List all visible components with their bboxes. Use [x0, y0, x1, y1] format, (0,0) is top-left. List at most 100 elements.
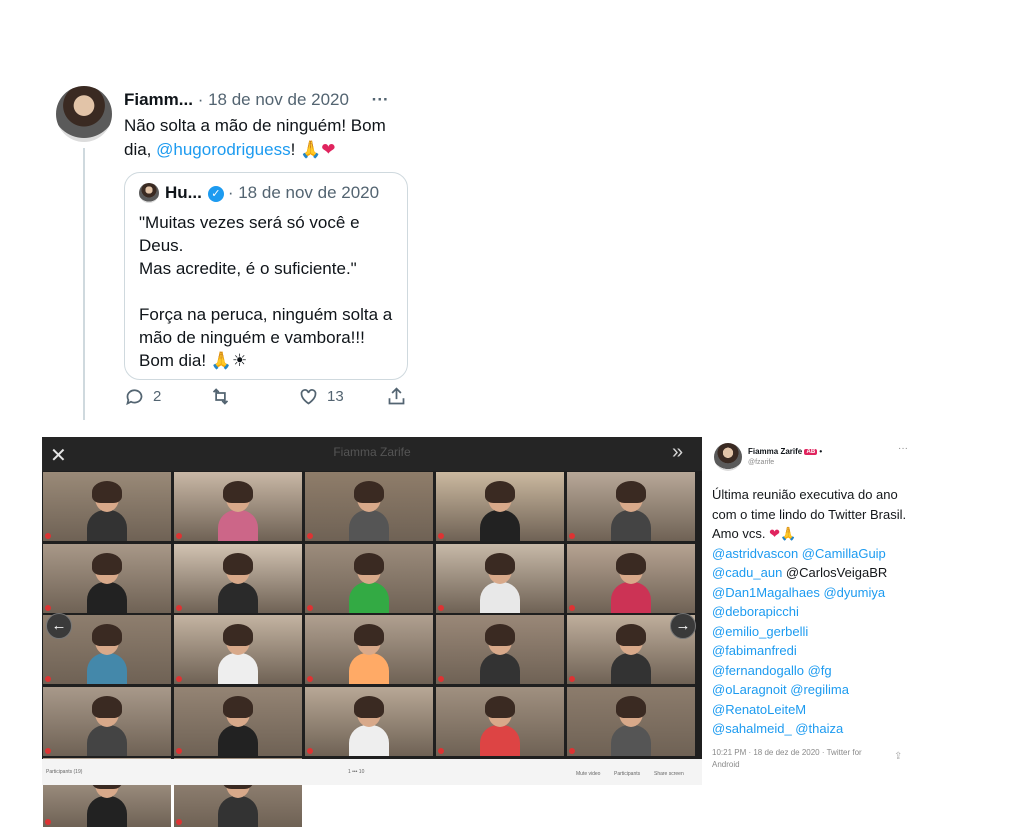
participants-button[interactable]: Participants — [614, 771, 640, 777]
mic-status-icon — [307, 747, 313, 754]
more-options-icon[interactable]: ··· — [372, 90, 389, 109]
participants-count[interactable]: Participants (19) — [46, 769, 82, 775]
mute-video-button[interactable]: Mute video — [576, 771, 600, 777]
participant-figure — [611, 552, 651, 613]
pray-emoji-icon: 🙏 — [300, 140, 322, 159]
mic-status-icon — [438, 676, 444, 682]
mentions-line[interactable]: @astridvascon @CamillaGuip — [712, 546, 886, 561]
quoted-author-avatar[interactable] — [139, 183, 159, 203]
video-call-window: ✕ Fiamma Zarife » ← → Participants (19) … — [42, 437, 702, 827]
participant-figure — [218, 552, 258, 613]
mic-status-icon — [307, 604, 313, 611]
double-chevron-right-icon[interactable]: » — [672, 441, 683, 464]
share-screen-button[interactable]: Share screen — [654, 771, 684, 777]
participant-video-tile[interactable] — [436, 686, 564, 756]
share-button[interactable] — [386, 386, 407, 407]
author-avatar[interactable] — [56, 86, 112, 142]
mic-status-icon — [438, 604, 444, 611]
next-page-arrow-icon[interactable]: → — [670, 613, 696, 639]
mentions-line[interactable]: @cadu_aun — [712, 565, 782, 580]
quoted-tweet-date[interactable]: · 18 de nov de 2020 — [228, 183, 379, 202]
participant-video-tile[interactable] — [436, 543, 564, 613]
participant-video-tile[interactable] — [174, 686, 302, 756]
mic-status-icon — [307, 533, 313, 539]
like-count: 13 — [327, 388, 344, 405]
mentions-line[interactable]: @deborapicchi — [712, 604, 799, 619]
side-more-icon[interactable]: ··· — [898, 443, 908, 454]
tweet-header: Fiamm... · 18 de nov de 2020 ··· — [124, 90, 389, 110]
call-toolbar: Participants (19) 1 ••• 10 Mute video Pa… — [42, 759, 702, 785]
participant-figure — [87, 552, 127, 613]
side-author-handle[interactable]: @fzarife — [748, 459, 774, 466]
side-author-avatar[interactable] — [714, 443, 742, 471]
participant-video-tile[interactable] — [567, 686, 695, 756]
participant-video-tile[interactable] — [305, 686, 433, 756]
side-heart-emoji-icon: ❤ — [769, 526, 780, 541]
mentions-line[interactable]: @fernandogallo @fg — [712, 663, 832, 678]
mentions-line[interactable]: @Dan1Magalhaes @dyumiya — [712, 585, 885, 600]
call-title: Fiamma Zarife — [333, 445, 411, 459]
participant-figure — [480, 695, 520, 756]
mentions-line[interactable]: @emilio_gerbelli — [712, 624, 808, 639]
side-share-icon[interactable]: ⇪ — [894, 751, 902, 762]
mic-status-icon — [45, 604, 51, 611]
tweet: Fiamm... · 18 de nov de 2020 ··· Não sol… — [56, 86, 416, 421]
side-author-name-row: Fiamma Zarife AB • — [748, 447, 822, 456]
participant-video-tile[interactable] — [436, 472, 564, 541]
participant-figure — [218, 624, 258, 684]
previous-page-arrow-icon[interactable]: ← — [46, 613, 72, 639]
mic-status-icon — [45, 747, 51, 754]
mentions-line-plain[interactable]: @CarlosVeigaBR — [782, 565, 887, 580]
side-author-name[interactable]: Fiamma Zarife — [748, 447, 802, 456]
participant-figure — [87, 481, 127, 541]
tweet-date[interactable]: · 18 de nov de 2020 — [198, 90, 349, 109]
participant-figure — [349, 481, 389, 541]
participant-figure — [349, 624, 389, 684]
tweet-text: Não solta a mão de ninguém! Bom dia, @hu… — [124, 114, 414, 162]
mic-status-icon — [438, 747, 444, 754]
mentions-line[interactable]: @sahalmeid_ @thaiza — [712, 721, 843, 736]
author-name[interactable]: Fiamm... — [124, 90, 193, 109]
participant-video-tile[interactable] — [567, 543, 695, 613]
participant-video-tile[interactable] — [174, 472, 302, 541]
side-tweet: Fiamma Zarife AB • @fzarife ··· Última r… — [704, 437, 912, 786]
quoted-author-name[interactable]: Hu... — [165, 183, 202, 202]
participant-video-tile[interactable] — [43, 686, 171, 756]
participant-video-tile[interactable] — [436, 615, 564, 684]
participant-video-tile[interactable] — [43, 543, 171, 613]
participant-video-tile[interactable] — [305, 615, 433, 684]
like-button[interactable]: 13 — [298, 386, 344, 407]
mic-status-icon — [569, 676, 575, 682]
participant-video-tile[interactable] — [174, 615, 302, 684]
mentions-line[interactable]: @RenatoLeiteM — [712, 702, 806, 717]
retweet-button[interactable] — [210, 386, 239, 407]
tweet-text-pre: dia, — [124, 140, 157, 159]
side-verified-icon: • — [819, 447, 823, 456]
reply-button[interactable]: 2 — [124, 386, 161, 407]
quoted-tweet[interactable]: Hu... ✓ · 18 de nov de 2020 "Muitas vezes … — [124, 172, 408, 380]
participant-video-tile[interactable] — [305, 472, 433, 541]
mic-status-icon — [176, 676, 182, 682]
side-tweet-footer: 10:21 PM · 18 de dez de 2020 · Twitter f… — [712, 748, 862, 769]
call-title-bar: ✕ Fiamma Zarife » — [42, 437, 702, 471]
mic-status-icon — [176, 819, 182, 825]
participant-video-tile[interactable] — [174, 543, 302, 613]
tweet-text-line1: Não solta a mão de ninguém! Bom — [124, 116, 386, 135]
page-indicator: 1 ••• 10 — [348, 769, 365, 775]
participant-video-tile[interactable] — [567, 472, 695, 541]
heart-emoji-icon: ❤ — [321, 140, 336, 159]
participant-figure — [480, 624, 520, 684]
close-icon[interactable]: ✕ — [50, 443, 67, 468]
like-icon — [300, 389, 317, 405]
participant-figure — [349, 695, 389, 756]
participant-figure — [611, 624, 651, 684]
side-tweet-text: Última reunião executiva do ano com o ti… — [712, 485, 912, 739]
participant-video-tile[interactable] — [43, 472, 171, 541]
mic-status-icon — [45, 676, 51, 682]
mentions-line[interactable]: @oLaragnoit @regilima — [712, 682, 849, 697]
mention-link[interactable]: @hugorodriguess — [156, 140, 290, 159]
mentions-line[interactable]: @fabimanfredi — [712, 643, 797, 658]
quoted-tweet-text: "Muitas vezes será só você e Deus. Mas a… — [139, 213, 393, 370]
participant-video-tile[interactable] — [305, 543, 433, 613]
participant-figure — [87, 624, 127, 684]
